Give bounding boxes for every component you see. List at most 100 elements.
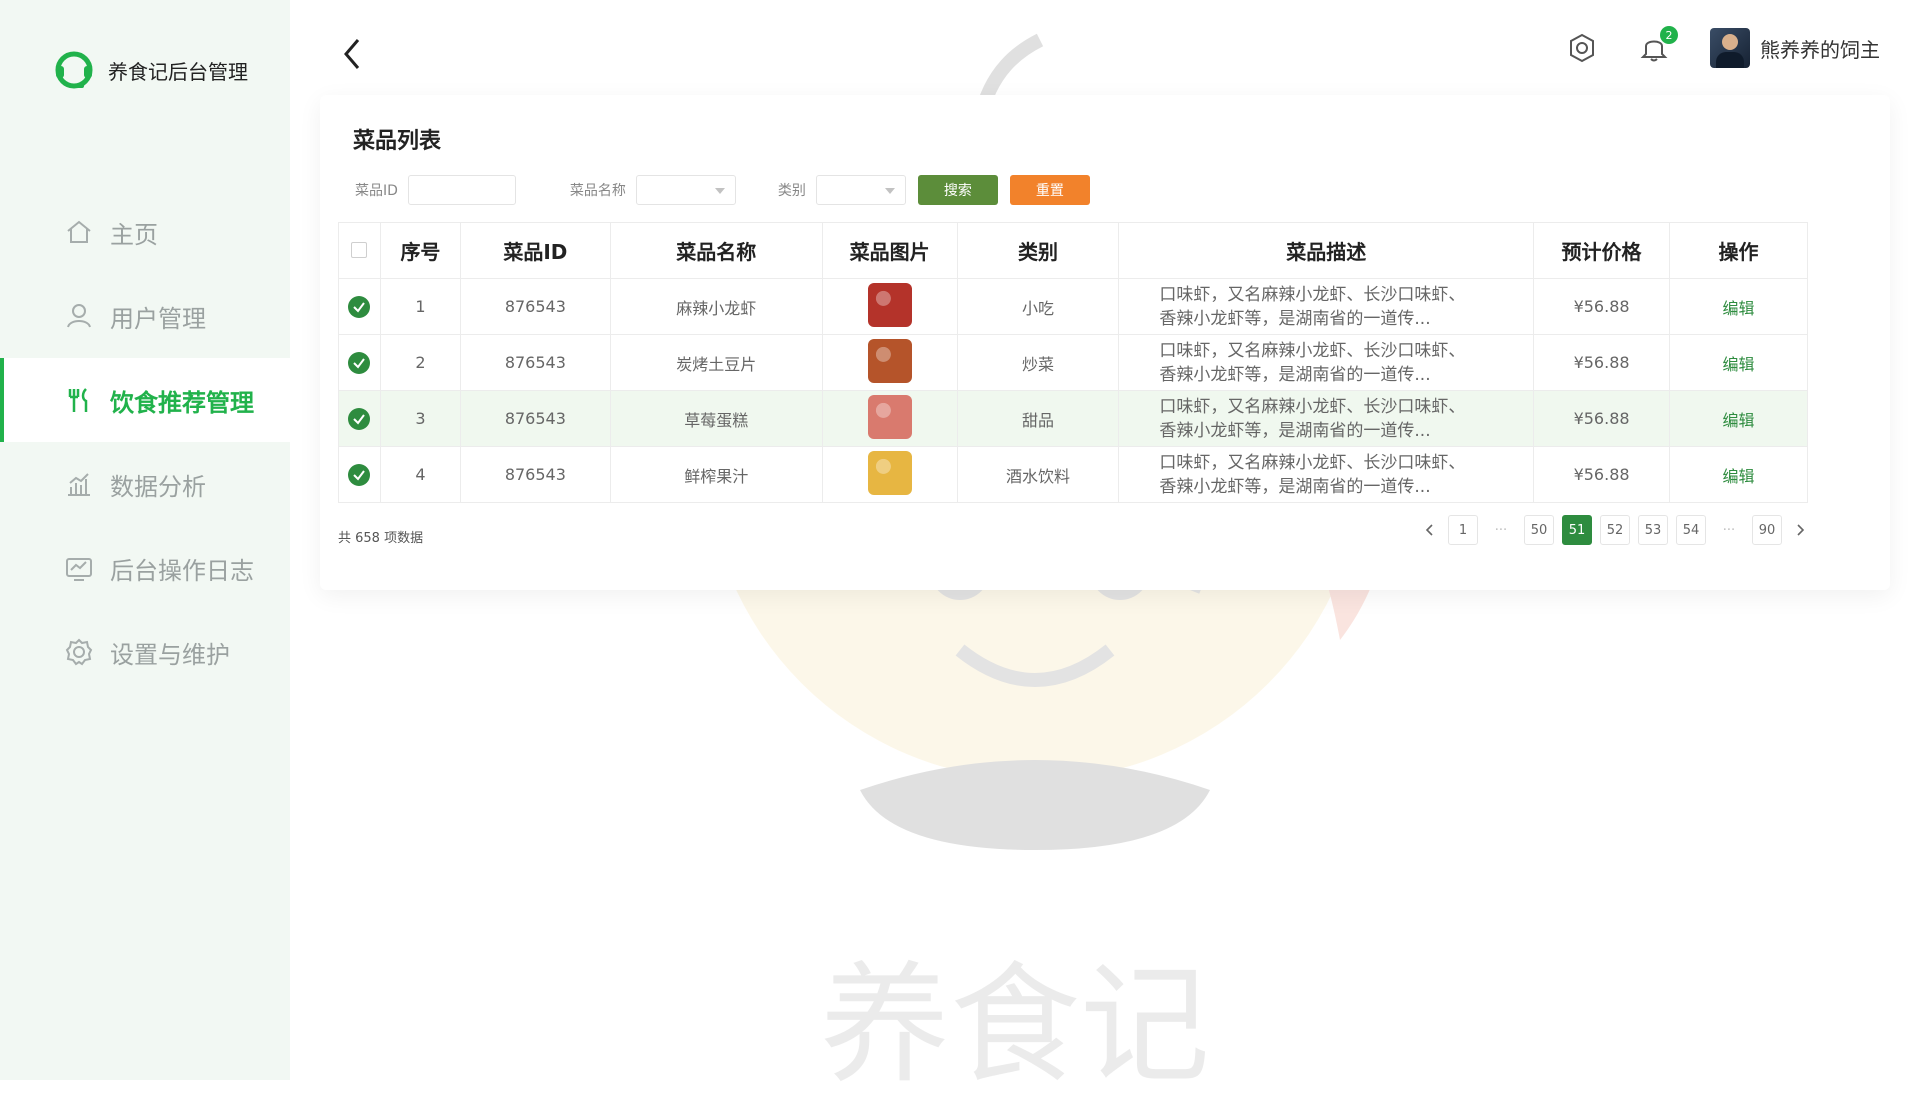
search-button[interactable]: 搜索 — [917, 175, 998, 205]
user-icon — [67, 304, 91, 328]
select-all-cell — [338, 222, 381, 279]
page-button[interactable]: 52 — [1600, 515, 1630, 545]
gear-icon — [65, 638, 93, 666]
table-row[interactable]: 1 876543 麻辣小龙虾 小吃 口味虾，又名麻辣小龙虾、长沙口味虾、 香辣小… — [338, 278, 1808, 335]
description-line-2: 香辣小龙虾等，是湖南省的一道传... — [1159, 420, 1431, 441]
sidebar: 养食记后台管理 主页 用户管理 饮食推荐管理 数据分析 后台操作日志 设置与维护 — [0, 0, 290, 1080]
page-title: 菜品列表 — [353, 129, 442, 154]
page-button[interactable]: 1 — [1448, 515, 1478, 545]
sidebar-nav: 主页 用户管理 饮食推荐管理 数据分析 后台操作日志 设置与维护 — [0, 190, 290, 694]
headset-logo-icon — [55, 51, 93, 89]
row-dish-id: 876543 — [459, 390, 611, 447]
settings-icon[interactable] — [1566, 32, 1598, 64]
next-page-icon[interactable] — [1790, 519, 1812, 541]
row-dish-name: 草莓蛋糕 — [609, 390, 823, 447]
check-icon — [353, 301, 366, 313]
row-category: 酒水饮料 — [956, 446, 1120, 503]
dish-id-input[interactable] — [407, 175, 516, 205]
sidebar-item-label: 饮食推荐管理 — [110, 388, 254, 417]
description-line-1: 口味虾，又名麻辣小龙虾、长沙口味虾、 — [1159, 396, 1466, 417]
row-price: ¥56.88 — [1533, 334, 1671, 391]
username: 熊养养的饲主 — [1760, 37, 1880, 62]
table-row[interactable]: 2 876543 炭烤土豆片 炒菜 口味虾，又名麻辣小龙虾、长沙口味虾、 香辣小… — [338, 334, 1808, 391]
header-dish-name: 菜品名称 — [609, 222, 823, 279]
edit-link[interactable]: 编辑 — [1723, 411, 1755, 430]
sidebar-item-label: 数据分析 — [110, 472, 206, 501]
fork-knife-icon — [68, 388, 88, 412]
row-index: 1 — [379, 278, 461, 335]
page-button[interactable]: 54 — [1676, 515, 1706, 545]
header-description: 菜品描述 — [1118, 222, 1535, 279]
row-checkbox[interactable] — [348, 295, 371, 318]
prev-page-icon[interactable] — [1418, 519, 1440, 541]
log-icon — [66, 558, 92, 581]
dish-name-label: 菜品名称 — [569, 183, 626, 199]
dish-image — [867, 338, 912, 383]
select-all-checkbox[interactable] — [351, 241, 368, 258]
row-dish-name: 鲜榨果汁 — [609, 446, 823, 503]
sidebar-item-data-analysis[interactable]: 数据分析 — [0, 442, 290, 526]
notification-badge: 2 — [1660, 26, 1678, 44]
row-index: 4 — [379, 446, 461, 503]
table-row[interactable]: 3 876543 草莓蛋糕 甜品 口味虾，又名麻辣小龙虾、长沙口味虾、 香辣小龙… — [338, 390, 1808, 447]
user-menu[interactable]: 熊养养的饲主 — [1710, 28, 1880, 68]
edit-link[interactable]: 编辑 — [1723, 467, 1755, 486]
pagination: 1 ··· 50 51 52 53 54 ··· 90 — [1418, 515, 1812, 545]
dish-image — [867, 394, 912, 439]
row-dish-name: 麻辣小龙虾 — [609, 278, 823, 335]
row-checkbox[interactable] — [348, 351, 371, 374]
row-category: 炒菜 — [956, 334, 1120, 391]
home-icon — [67, 220, 91, 243]
page-ellipsis: ··· — [1494, 522, 1508, 538]
reset-button[interactable]: 重置 — [1009, 175, 1090, 205]
row-description: 口味虾，又名麻辣小龙虾、长沙口味虾、 香辣小龙虾等，是湖南省的一道传... — [1118, 278, 1535, 335]
sidebar-item-operation-log[interactable]: 后台操作日志 — [0, 526, 290, 610]
brand: 养食记后台管理 — [52, 48, 248, 92]
dish-list-card: 菜品列表 菜品ID 菜品名称 类别 搜索 重置 序号 菜品ID 菜品名称 菜品图… — [320, 95, 1890, 590]
check-icon — [353, 469, 366, 481]
header-price: 预计价格 — [1533, 222, 1671, 279]
sidebar-item-home[interactable]: 主页 — [0, 190, 290, 274]
description-line-2: 香辣小龙虾等，是湖南省的一道传... — [1159, 476, 1431, 497]
table-row[interactable]: 4 876543 鲜榨果汁 酒水饮料 口味虾，又名麻辣小龙虾、长沙口味虾、 香辣… — [338, 446, 1808, 503]
row-dish-id: 876543 — [459, 446, 611, 503]
page-button-current[interactable]: 51 — [1562, 515, 1592, 545]
sidebar-item-users[interactable]: 用户管理 — [0, 274, 290, 358]
row-category: 甜品 — [956, 390, 1120, 447]
back-arrow-icon[interactable] — [338, 34, 368, 74]
sidebar-item-settings[interactable]: 设置与维护 — [0, 610, 290, 694]
edit-link[interactable]: 编辑 — [1723, 299, 1755, 318]
total-count: 共 658 项数据 — [338, 531, 424, 546]
row-dish-name: 炭烤土豆片 — [609, 334, 823, 391]
row-checkbox[interactable] — [348, 463, 371, 486]
header-actions: 操作 — [1669, 222, 1808, 279]
app-title: 养食记后台管理 — [108, 59, 248, 84]
sidebar-item-label: 后台操作日志 — [110, 556, 254, 585]
sidebar-item-diet-recommendation[interactable]: 饮食推荐管理 — [0, 358, 290, 442]
category-label: 类别 — [777, 183, 806, 199]
description-line-1: 口味虾，又名麻辣小龙虾、长沙口味虾、 — [1159, 340, 1466, 361]
dish-image — [867, 450, 912, 495]
dish-name-select[interactable] — [635, 175, 736, 205]
page-button[interactable]: 90 — [1752, 515, 1782, 545]
row-description: 口味虾，又名麻辣小龙虾、长沙口味虾、 香辣小龙虾等，是湖南省的一道传... — [1118, 390, 1535, 447]
check-icon — [353, 357, 366, 369]
page-button[interactable]: 53 — [1638, 515, 1668, 545]
row-description: 口味虾，又名麻辣小龙虾、长沙口味虾、 香辣小龙虾等，是湖南省的一道传... — [1118, 334, 1535, 391]
sidebar-item-label: 设置与维护 — [110, 640, 230, 669]
page-ellipsis: ··· — [1722, 522, 1736, 538]
edit-link[interactable]: 编辑 — [1723, 355, 1755, 374]
row-checkbox[interactable] — [348, 407, 371, 430]
description-line-1: 口味虾，又名麻辣小龙虾、长沙口味虾、 — [1159, 284, 1466, 305]
row-description: 口味虾，又名麻辣小龙虾、长沙口味虾、 香辣小龙虾等，是湖南省的一道传... — [1118, 446, 1535, 503]
description-line-2: 香辣小龙虾等，是湖南省的一道传... — [1159, 364, 1431, 385]
description-line-2: 香辣小龙虾等，是湖南省的一道传... — [1159, 308, 1431, 329]
row-dish-id: 876543 — [459, 334, 611, 391]
header-index: 序号 — [379, 222, 461, 279]
category-select[interactable] — [815, 175, 906, 205]
notification-bell[interactable]: 2 — [1638, 26, 1678, 64]
avatar — [1710, 28, 1750, 68]
page-button[interactable]: 50 — [1524, 515, 1554, 545]
dish-table: 序号 菜品ID 菜品名称 菜品图片 类别 菜品描述 预计价格 操作 1 8765… — [338, 222, 1808, 503]
bar-chart-icon — [68, 473, 90, 496]
